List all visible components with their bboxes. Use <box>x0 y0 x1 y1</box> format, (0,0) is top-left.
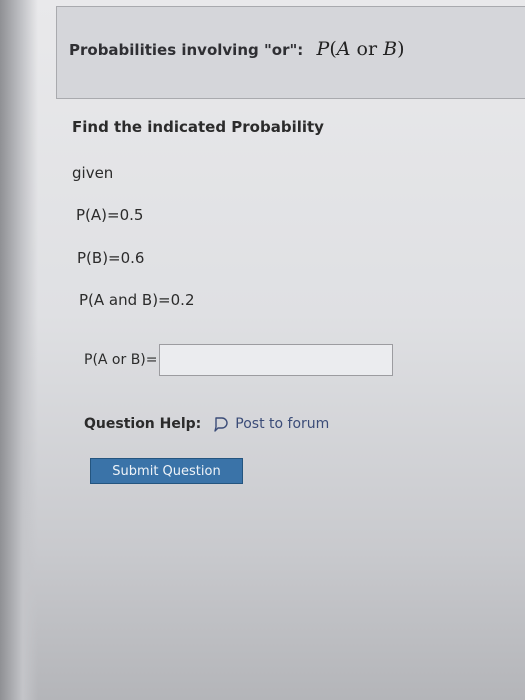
formula-p: P <box>316 38 330 60</box>
speech-bubble-icon <box>213 416 229 432</box>
formula-a: A <box>336 38 351 60</box>
given-pab: P(A and B)=0.2 <box>79 291 195 309</box>
formula-open: ( <box>329 38 337 60</box>
post-to-forum-link[interactable]: Post to forum <box>213 416 329 432</box>
question-title-text: Probabilities involving "or": <box>69 41 304 59</box>
question-title: Probabilities involving "or": P(A or B) <box>69 38 404 60</box>
formula-b: B <box>383 38 398 60</box>
question-header: Probabilities involving "or": P(A or B) <box>56 6 525 99</box>
question-help-label: Question Help: <box>84 416 202 432</box>
instruction-text: Find the indicated Probability <box>72 118 324 136</box>
question-help-row: Question Help: Post to forum <box>84 416 329 432</box>
screen-edge-shadow <box>0 0 38 700</box>
given-label: given <box>72 164 114 182</box>
formula-close: ) <box>397 38 405 60</box>
title-formula: P(A or B) <box>317 38 405 60</box>
given-pa: P(A)=0.5 <box>76 206 144 224</box>
given-pb: P(B)=0.6 <box>77 249 145 267</box>
formula-or: or <box>350 38 384 60</box>
post-to-forum-text: Post to forum <box>235 416 330 432</box>
submit-question-button[interactable]: Submit Question <box>90 458 243 484</box>
answer-label: P(A or B)= <box>84 352 158 368</box>
answer-row: P(A or B)= <box>84 344 393 376</box>
answer-input[interactable] <box>158 344 393 376</box>
